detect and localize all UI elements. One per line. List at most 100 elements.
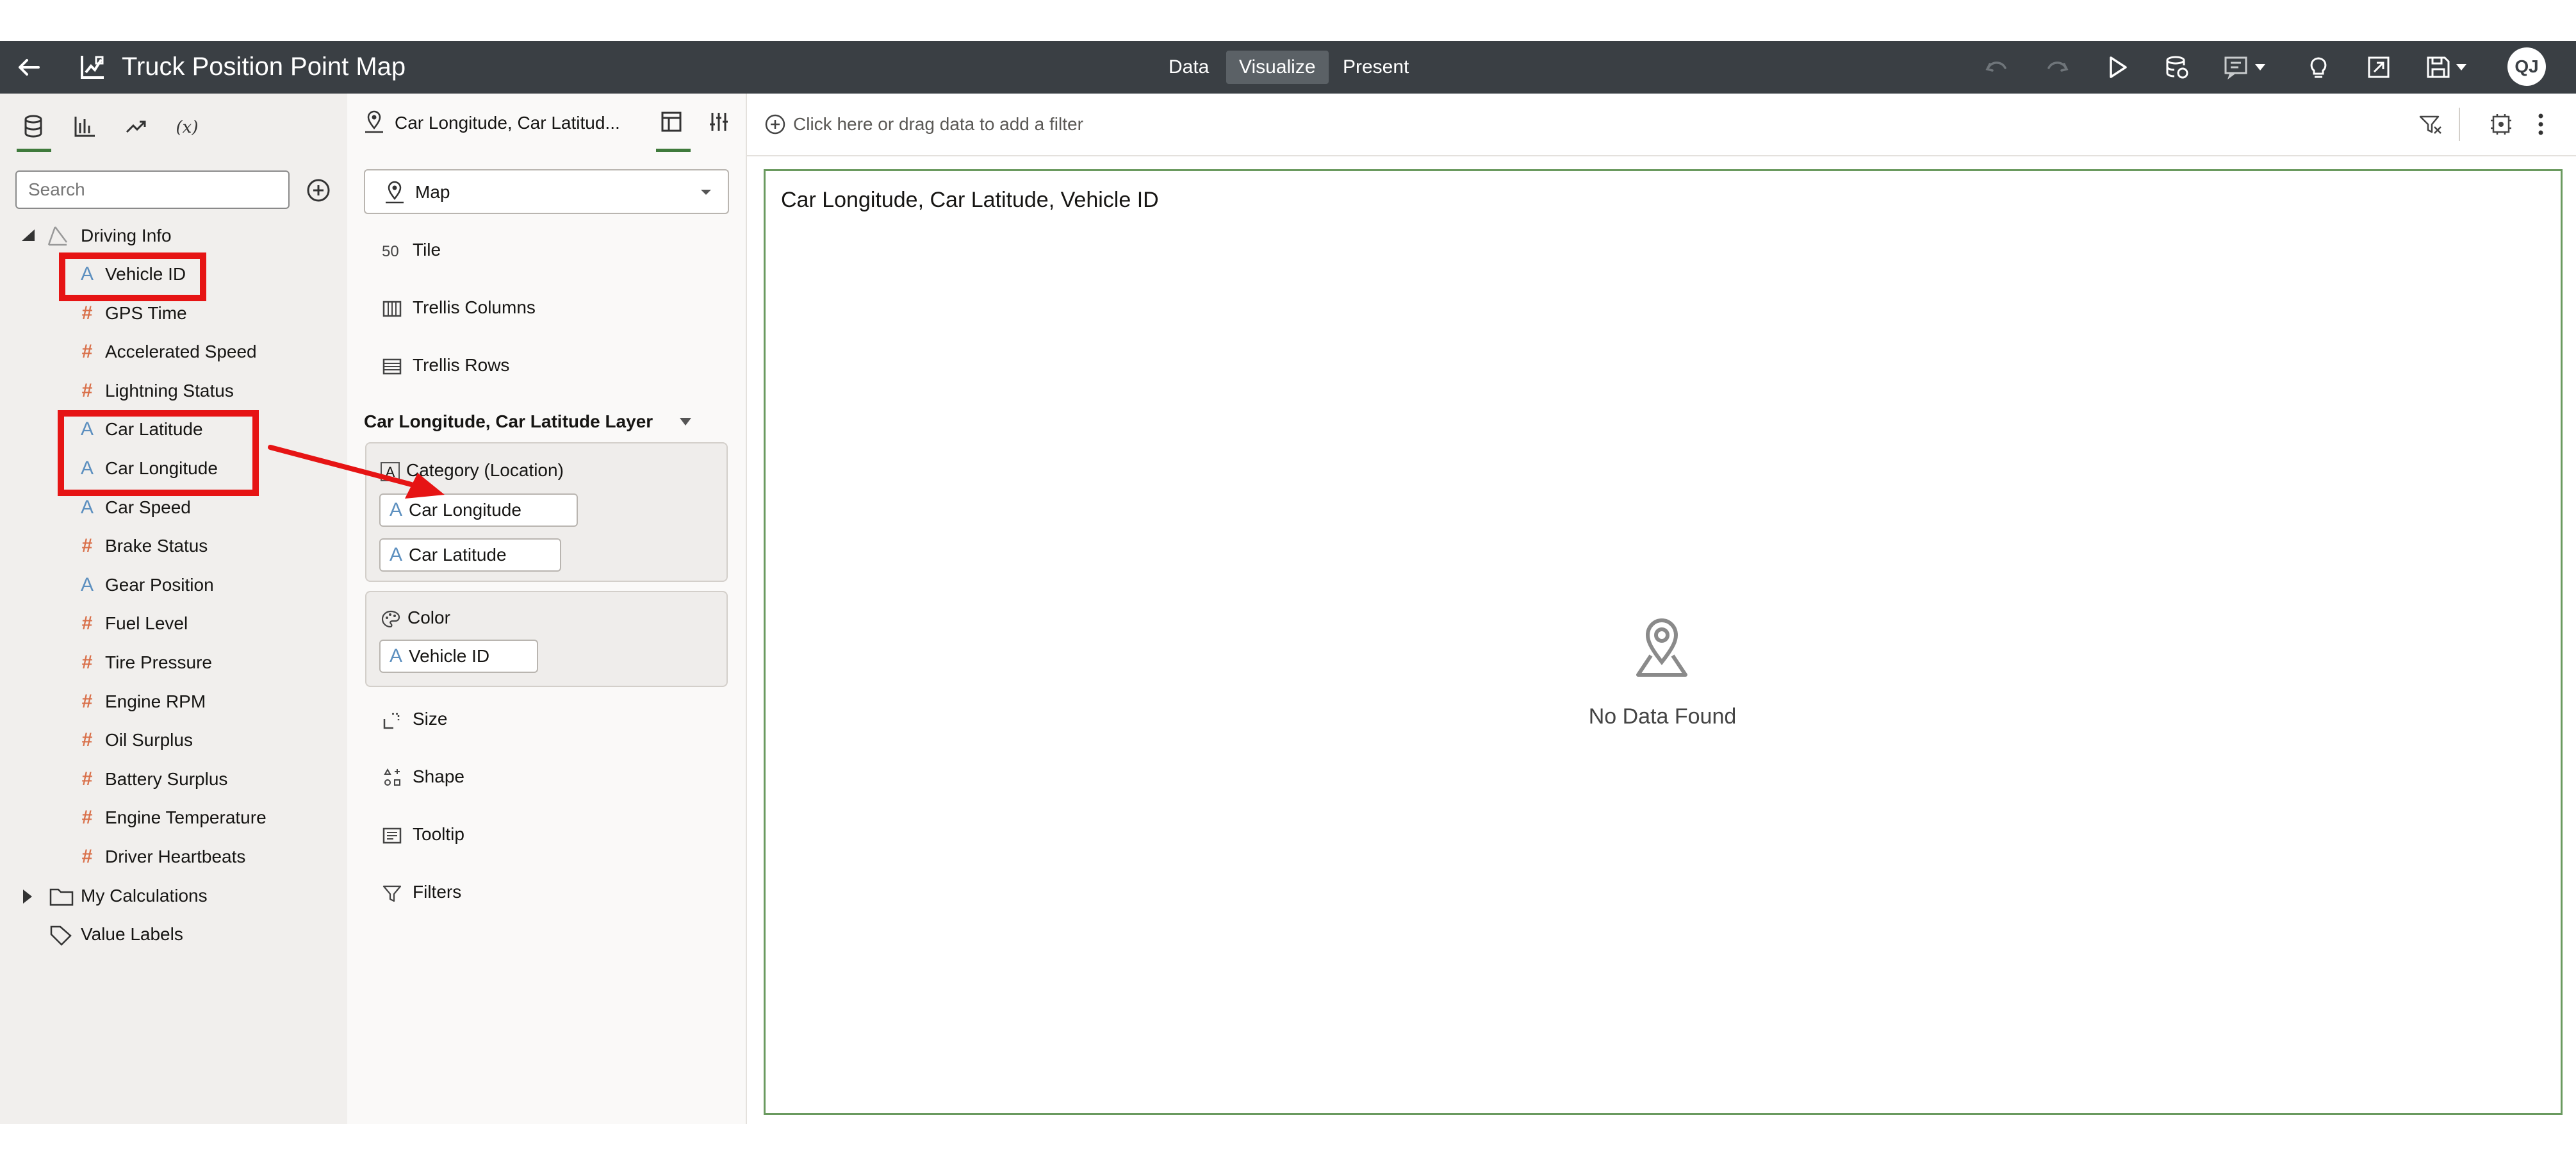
redo-icon[interactable]	[2041, 51, 2073, 83]
color-header: Color	[381, 604, 450, 632]
visualization-type-select[interactable]: Map	[364, 169, 729, 214]
active-tab-indicator	[17, 149, 51, 152]
back-arrow-icon[interactable]	[14, 51, 45, 83]
undo-icon[interactable]	[1981, 51, 2013, 83]
more-options-icon[interactable]	[2534, 110, 2547, 138]
column-item[interactable]: # Battery Surplus	[74, 760, 228, 799]
folder-my-calculations[interactable]: My Calculations	[81, 877, 208, 915]
column-label: Accelerated Speed	[105, 342, 257, 361]
user-avatar[interactable]: QJ	[2507, 47, 2546, 86]
measure-icon: #	[81, 729, 93, 750]
color-drop-zone[interactable]: Color A Vehicle ID	[365, 591, 728, 687]
layer-title[interactable]: Car Longitude, Car Latitude Layer	[364, 408, 653, 436]
lightbulb-icon[interactable]	[2302, 51, 2334, 83]
column-item[interactable]: # Lightning Status	[74, 372, 234, 410]
column-item[interactable]: # Tire Pressure	[74, 643, 212, 682]
chevron-down-icon	[698, 185, 714, 200]
column-item[interactable]: # Fuel Level	[74, 604, 188, 643]
measure-icon: #	[81, 691, 93, 712]
column-label: Tire Pressure	[105, 652, 213, 672]
filter-bar[interactable]: Click here or drag data to add a filter	[747, 94, 2576, 156]
folder-value-labels[interactable]: Value Labels	[81, 915, 183, 954]
column-item[interactable]: # Accelerated Speed	[74, 333, 257, 371]
analytics-icon[interactable]	[117, 108, 155, 146]
column-label: Engine RPM	[105, 691, 206, 711]
tab-data[interactable]: Data	[1156, 51, 1222, 84]
measure-icon: #	[81, 652, 93, 673]
measure-icon: #	[81, 846, 93, 867]
measure-icon: #	[81, 380, 93, 401]
refresh-data-icon[interactable]	[2162, 51, 2194, 83]
export-icon[interactable]	[2363, 51, 2395, 83]
workbook-chart-icon	[77, 51, 108, 83]
filter-icon	[382, 883, 405, 904]
size-label: Size	[413, 709, 448, 729]
collapse-caret-icon[interactable]	[19, 227, 37, 245]
tab-visualize[interactable]: Visualize	[1226, 51, 1329, 84]
svg-text:(x): (x)	[176, 118, 199, 137]
grammar-tab-icon[interactable]	[657, 108, 685, 136]
drop-target-trellis-rows[interactable]: Trellis Rows	[382, 351, 509, 379]
column-label: Brake Status	[105, 536, 208, 556]
visualization-title[interactable]: Car Longitude, Car Latitude, Vehicle ID	[781, 184, 1159, 216]
top-bar: Truck Position Point Map Data Visualize …	[0, 41, 2576, 94]
add-data-icon[interactable]	[304, 176, 333, 205]
highlight-box-vehicle-id	[59, 252, 206, 301]
column-item[interactable]: # Oil Surplus	[74, 721, 193, 759]
drop-target-tooltip[interactable]: Tooltip	[382, 820, 464, 848]
layer-menu-caret-icon[interactable]	[678, 414, 693, 429]
dataset-driving-info[interactable]: Driving Info	[81, 217, 172, 255]
drop-target-shape[interactable]: Shape	[382, 763, 464, 791]
properties-sliders-icon[interactable]	[705, 108, 733, 136]
search-input[interactable]	[17, 172, 288, 208]
column-label: Battery Surplus	[105, 769, 228, 789]
filters-label: Filters	[413, 882, 462, 902]
pill-car-latitude[interactable]: A Car Latitude	[379, 538, 561, 572]
map-pin-icon	[382, 179, 407, 205]
annotation-arrow-icon	[268, 445, 445, 499]
save-dropdown-icon[interactable]	[2423, 51, 2474, 83]
column-label: Engine Temperature	[105, 807, 267, 827]
attribute-icon: A	[80, 574, 94, 595]
trellis-columns-icon	[382, 299, 405, 319]
tab-present[interactable]: Present	[1330, 51, 1422, 84]
calculations-icon[interactable]: (x)	[168, 108, 206, 146]
column-label: Driver Heartbeats	[105, 847, 246, 866]
column-item[interactable]: # Engine RPM	[74, 683, 206, 721]
trellis-rows-icon	[382, 356, 405, 377]
workbook-title[interactable]: Truck Position Point Map	[122, 50, 406, 83]
comment-dropdown-icon[interactable]	[2222, 51, 2273, 83]
measure-icon: #	[81, 807, 93, 828]
column-item[interactable]: # Driver Heartbeats	[74, 838, 246, 876]
dataset-icon	[45, 223, 70, 249]
column-label: GPS Time	[105, 303, 187, 323]
search-box[interactable]	[15, 170, 290, 209]
visualizations-icon[interactable]	[65, 108, 104, 146]
expand-caret-icon[interactable]	[19, 887, 35, 906]
measure-icon: #	[81, 535, 93, 556]
filter-placeholder[interactable]: Click here or drag data to add a filter	[793, 110, 1083, 138]
pill-label: Car Latitude	[409, 545, 507, 565]
folder-icon	[49, 886, 74, 907]
drop-target-size[interactable]: Size	[382, 705, 447, 733]
drop-target-trellis-columns[interactable]: Trellis Columns	[382, 294, 536, 322]
column-item[interactable]: # Engine Temperature	[74, 799, 267, 837]
column-label: Oil Surplus	[105, 730, 193, 750]
drop-target-tile[interactable]: 50 Tile	[382, 236, 441, 264]
column-item[interactable]: A Gear Position	[74, 566, 214, 604]
divider	[2459, 108, 2460, 141]
visualization-tab-title[interactable]: Car Longitude, Car Latitud...	[395, 110, 620, 136]
visualization-canvas[interactable]: Car Longitude, Car Latitude, Vehicle ID …	[764, 169, 2563, 1115]
column-item[interactable]: # Brake Status	[74, 527, 208, 565]
add-filter-icon[interactable]	[764, 113, 787, 136]
drop-target-filters[interactable]: Filters	[382, 878, 461, 906]
visualization-type-value: Map	[415, 182, 450, 202]
palette-icon	[381, 609, 401, 629]
pill-label: Vehicle ID	[409, 646, 490, 666]
pill-vehicle-id[interactable]: A Vehicle ID	[379, 640, 538, 673]
play-icon[interactable]	[2101, 51, 2133, 83]
auto-apply-icon[interactable]	[2487, 110, 2515, 138]
filter-settings-icon[interactable]	[2418, 112, 2443, 137]
data-icon[interactable]	[14, 108, 53, 146]
empty-state-message: No Data Found	[1588, 704, 1737, 729]
